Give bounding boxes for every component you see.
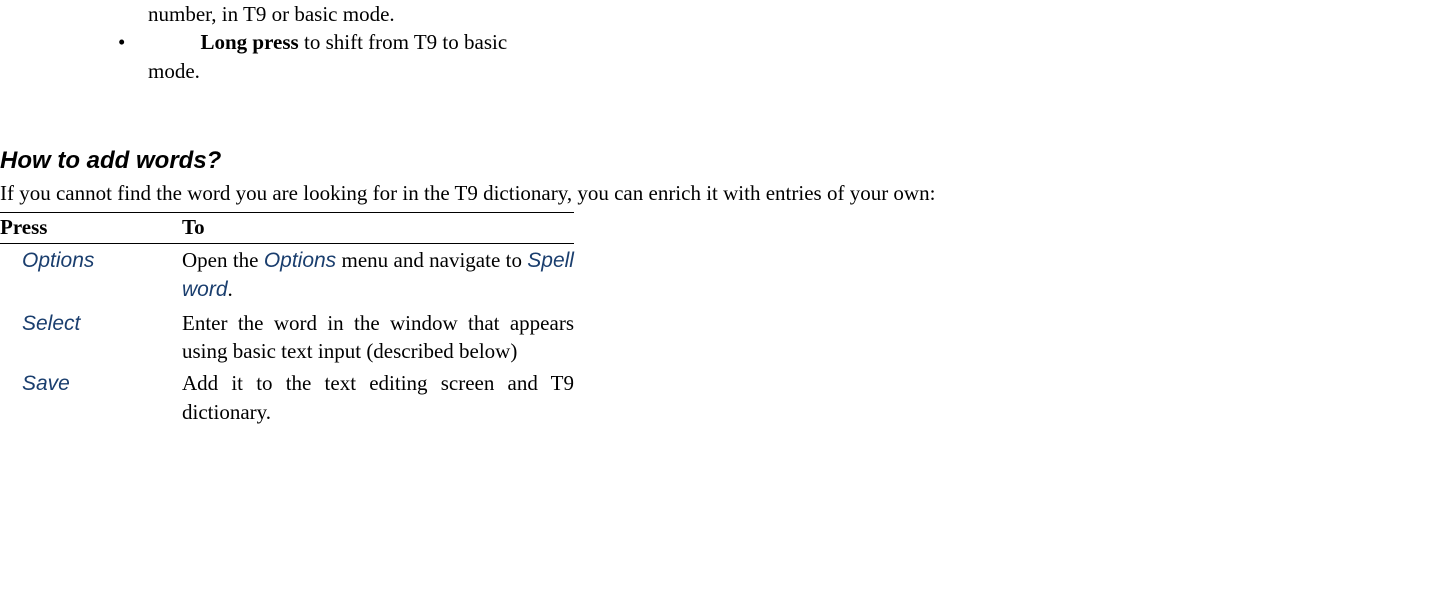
steps-table: Press To Options Open the Options menu a… (0, 212, 574, 428)
bullet-text: Long press to shift from T9 to basic mod… (148, 28, 518, 85)
softkey-select: Select (22, 312, 80, 335)
text-fragment: Open the (182, 248, 264, 272)
row-desc: Enter the word in the window that appear… (182, 307, 574, 368)
inline-options: Options (264, 249, 336, 272)
table-row: Save Add it to the text editing screen a… (0, 367, 574, 428)
section-heading: How to add words? (0, 145, 1453, 177)
bullet-item: • Long press to shift from T9 to basic m… (118, 28, 518, 85)
softkey-save: Save (22, 372, 70, 395)
table-row: Options Open the Options menu and naviga… (0, 244, 574, 307)
long-press-label: Long press (201, 30, 299, 54)
text-fragment: . (228, 277, 233, 301)
softkey-options: Options (22, 249, 94, 272)
col-header-press: Press (0, 212, 182, 243)
bullet-list: number, in T9 or basic mode. • Long pres… (118, 0, 518, 85)
intro-paragraph: If you cannot find the word you are look… (0, 179, 1449, 207)
col-header-to: To (182, 212, 574, 243)
text-fragment: menu and navigate to (336, 248, 527, 272)
row-desc: Add it to the text editing screen and T9… (182, 367, 574, 428)
bullet-continuation: number, in T9 or basic mode. (148, 0, 518, 28)
table-row: Select Enter the word in the window that… (0, 307, 574, 368)
bullet-marker: • (118, 28, 148, 85)
row-desc: Open the Options menu and navigate to Sp… (182, 244, 574, 307)
